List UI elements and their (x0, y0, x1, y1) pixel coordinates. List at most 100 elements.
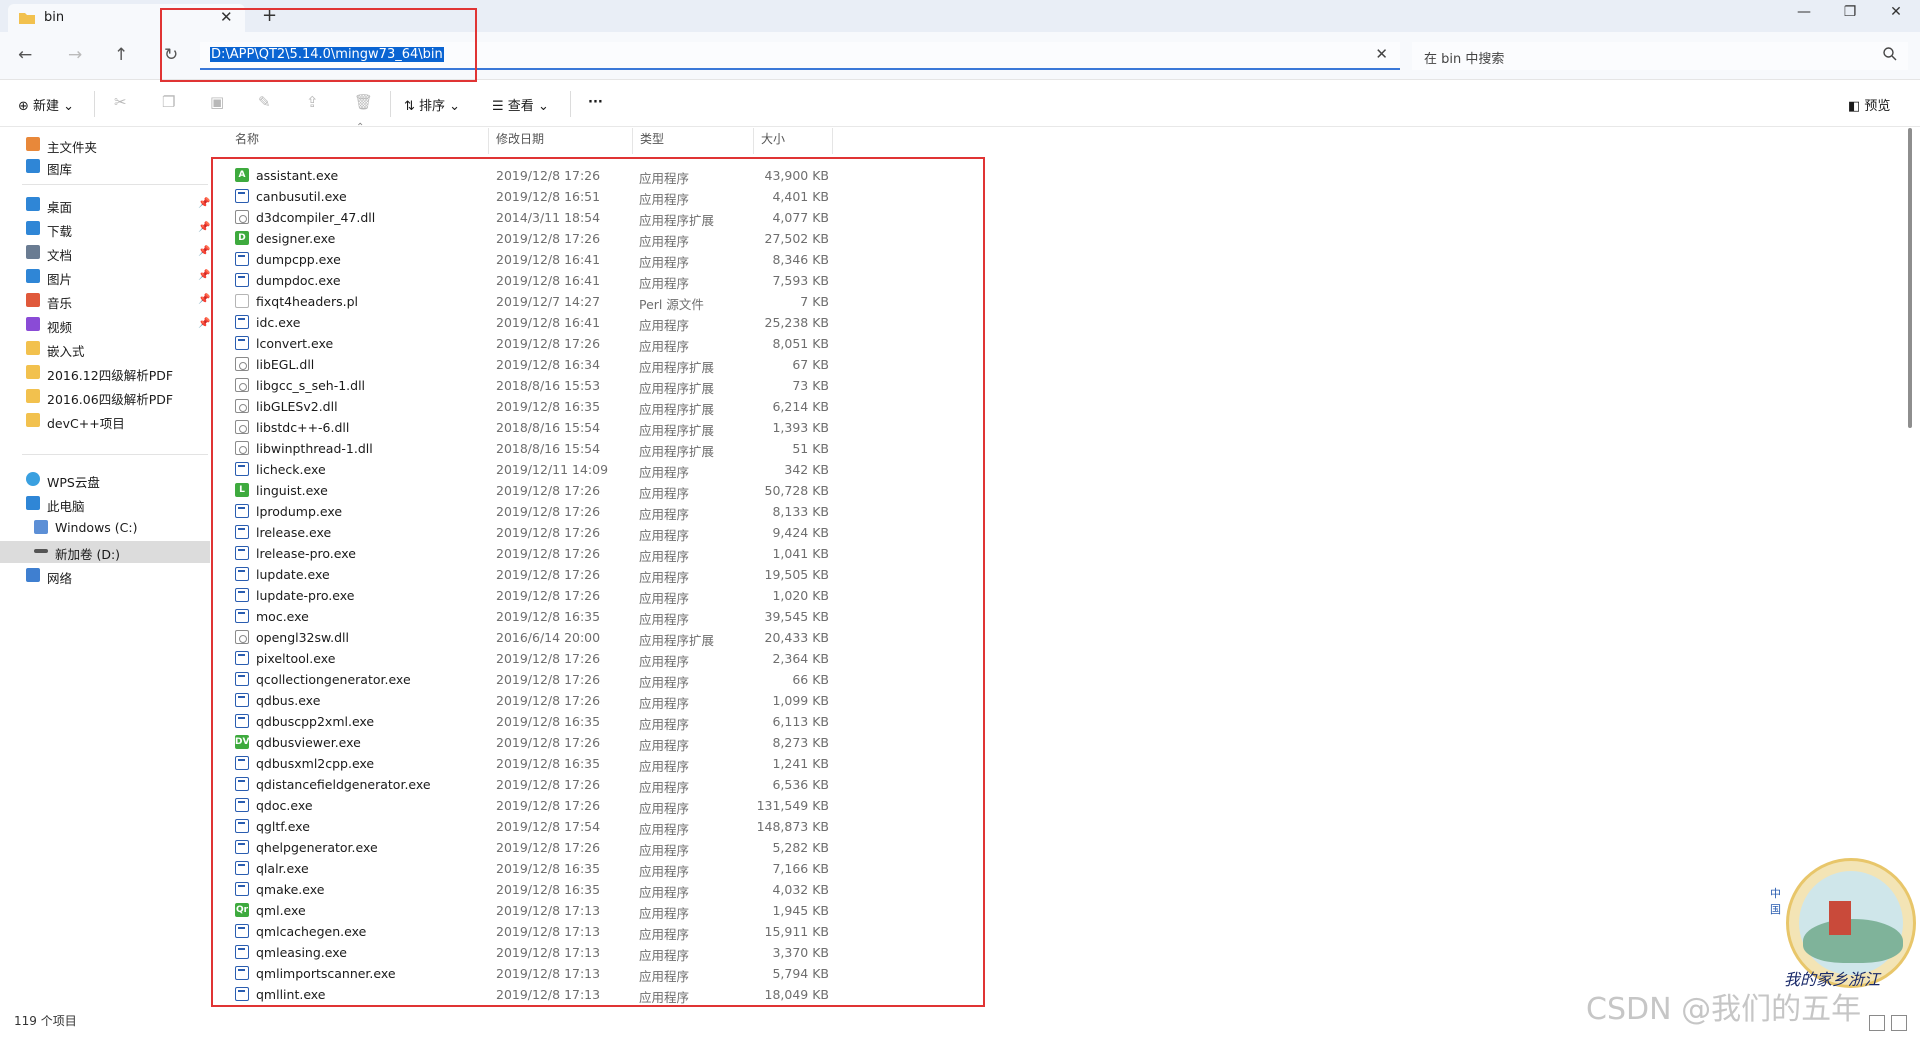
rename-icon[interactable]: ✎ (258, 93, 271, 111)
share-icon[interactable]: ⇪ (306, 93, 319, 111)
pin-icon[interactable]: 📌 (198, 222, 210, 233)
document-icon (26, 245, 40, 259)
sidebar-item-label: devC++项目 (47, 416, 125, 431)
computer-icon (26, 496, 40, 510)
badge-side-text: 中国 (1770, 887, 1781, 916)
status-item-count: 119 个项目 (14, 1014, 77, 1028)
folder-icon (26, 413, 40, 427)
sidebar-item-pinned[interactable]: devC++项目 (0, 410, 210, 432)
sidebar-item-label: 主文件夹 (47, 140, 98, 155)
sidebar-item-pinned[interactable]: 文档 📌 (0, 242, 210, 264)
minimize-button[interactable]: — (1784, 4, 1824, 20)
divider (390, 91, 391, 117)
sidebar-item-label: 网络 (47, 571, 73, 586)
copy-icon[interactable]: ❐ (162, 93, 175, 111)
sort-ascending-icon: ⌃ (356, 122, 365, 133)
column-divider[interactable] (488, 128, 489, 154)
folder-icon (26, 341, 40, 355)
download-icon (26, 221, 40, 235)
windows-drive-icon (34, 520, 48, 534)
back-button[interactable]: ← (18, 45, 32, 65)
sidebar-item-label: 视频 (47, 320, 73, 335)
home-icon (26, 137, 40, 151)
sidebar-item-label: 嵌入式 (47, 344, 85, 359)
plus-circle-icon: ⊕ (18, 99, 34, 114)
delete-icon[interactable]: 🗑 (354, 93, 373, 111)
sort-button[interactable]: ⇅ 排序 ⌄ (404, 95, 460, 114)
column-divider[interactable] (832, 128, 833, 154)
column-divider[interactable] (753, 128, 754, 154)
pin-icon[interactable]: 📌 (198, 246, 210, 257)
pin-icon[interactable]: 📌 (198, 318, 210, 329)
sidebar-item-pinned[interactable]: 嵌入式 (0, 338, 210, 360)
preview-button[interactable]: ◧ 预览 (1848, 95, 1890, 114)
column-header-name[interactable]: 名称 (235, 130, 259, 152)
search-icon[interactable] (1882, 46, 1898, 62)
clear-address-icon[interactable]: ✕ (1375, 45, 1388, 63)
close-window-button[interactable]: ✕ (1876, 4, 1916, 20)
sidebar-item-drive-d[interactable]: 新加卷 (D:) (0, 541, 210, 563)
sidebar-item-network[interactable]: 网络 (0, 565, 210, 587)
sidebar-item-this-pc[interactable]: 此电脑 (0, 493, 210, 515)
cloud-icon (26, 472, 40, 486)
pin-icon[interactable]: 📌 (198, 294, 210, 305)
annotation-box-address (160, 8, 477, 82)
folder-icon (26, 389, 40, 403)
sidebar-item-label: 下载 (47, 224, 73, 239)
view-icon: ☰ (492, 99, 508, 114)
pin-icon[interactable]: 📌 (198, 270, 210, 281)
up-button[interactable]: ↑ (114, 45, 128, 65)
forward-button[interactable]: → (68, 45, 82, 65)
sidebar-item-label: 图片 (47, 272, 73, 287)
sidebar-item-pinned[interactable]: 图片 📌 (0, 266, 210, 288)
sidebar-item-wps-cloud[interactable]: WPS云盘 (0, 469, 210, 491)
video-icon (26, 317, 40, 331)
cut-icon[interactable]: ✂ (114, 93, 127, 111)
new-label: 新建 (33, 99, 60, 114)
drive-icon (34, 549, 48, 553)
search-input[interactable]: 在 bin 中搜索 (1412, 42, 1908, 70)
column-divider[interactable] (632, 128, 633, 154)
sidebar-item-label: 此电脑 (47, 499, 85, 514)
sidebar-item-pinned[interactable]: 下载 📌 (0, 218, 210, 240)
view-mode-switcher (1866, 1010, 1914, 1038)
sidebar-item-pinned[interactable]: 2016.12四级解析PDF (0, 362, 210, 384)
details-view-icon[interactable] (1869, 1015, 1885, 1031)
music-icon (26, 293, 40, 307)
sidebar-item-drive-c[interactable]: Windows (C:) (0, 517, 210, 539)
tiles-view-icon[interactable] (1891, 1015, 1907, 1031)
column-header-date[interactable]: 修改日期 (496, 130, 544, 152)
paste-icon[interactable]: ▣ (210, 93, 224, 111)
sidebar-item-pinned[interactable]: 桌面 📌 (0, 194, 210, 216)
restore-button[interactable]: ❐ (1830, 4, 1870, 20)
new-button[interactable]: ⊕ 新建 ⌄ (18, 95, 74, 114)
folder-icon (26, 365, 40, 379)
desktop-icon (26, 197, 40, 211)
navigation-pane: 主文件夹 图库 桌面 📌 下载 📌 文档 📌 图片 📌 音乐 📌 视频 📌 嵌入式 2016.12四级解析… (0, 128, 210, 1008)
search-placeholder: 在 bin 中搜索 (1424, 52, 1505, 67)
gallery-icon (26, 159, 40, 173)
sidebar-item-pinned[interactable]: 2016.06四级解析PDF (0, 386, 210, 408)
tab-title: bin (44, 10, 65, 25)
sidebar-item-home[interactable]: 主文件夹 (0, 134, 210, 156)
view-button[interactable]: ☰ 查看 ⌄ (492, 95, 549, 114)
sort-icon: ⇅ (404, 99, 420, 114)
view-label: 查看 (507, 99, 534, 114)
sidebar-item-label: 图库 (47, 162, 73, 177)
sidebar-item-label: Windows (C:) (55, 520, 138, 535)
more-button[interactable]: ··· (588, 95, 603, 110)
picture-icon (26, 269, 40, 283)
preview-label: 预览 (1864, 99, 1891, 114)
pin-icon[interactable]: 📌 (198, 198, 210, 209)
column-header-size[interactable]: 大小 (761, 130, 785, 152)
sidebar-item-label: 2016.06四级解析PDF (47, 392, 174, 407)
sidebar-item-pinned[interactable]: 音乐 📌 (0, 290, 210, 312)
chevron-down-icon: ⌄ (59, 99, 75, 114)
column-header-type[interactable]: 类型 (640, 130, 664, 152)
divider (22, 454, 208, 455)
folder-icon (19, 13, 35, 24)
scrollbar[interactable] (1908, 128, 1912, 428)
sidebar-item-gallery[interactable]: 图库 (0, 156, 210, 178)
sidebar-item-pinned[interactable]: 视频 📌 (0, 314, 210, 336)
preview-pane-icon: ◧ (1848, 99, 1865, 114)
